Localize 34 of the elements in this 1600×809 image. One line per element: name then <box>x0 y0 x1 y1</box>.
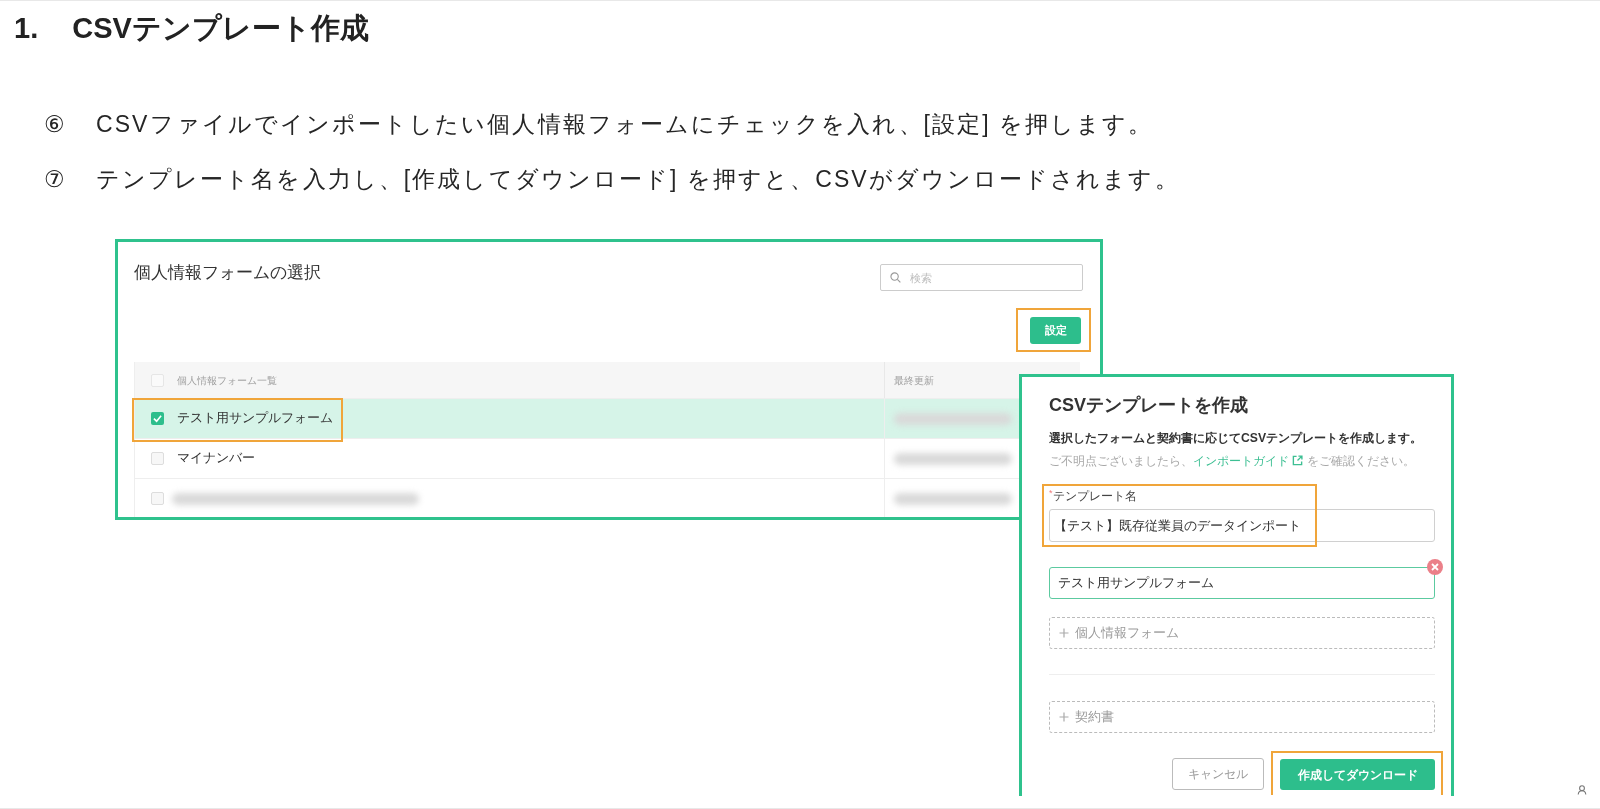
external-link-icon <box>1292 455 1303 466</box>
checkbox[interactable] <box>151 452 164 465</box>
form-name: マイナンバー <box>177 450 255 468</box>
step-number: ⑦ <box>44 165 65 195</box>
step-text: CSVファイルでインポートしたい個人情報フォームにチェックを入れ、[設定] を押します。 <box>96 110 1154 140</box>
add-field-button[interactable]: 個人情報フォーム <box>1049 617 1435 649</box>
required-mark: * <box>1049 488 1053 498</box>
add-field-button[interactable]: 契約書 <box>1049 701 1435 733</box>
template-name-input[interactable]: 【テスト】既存従業員のデータインポート <box>1049 509 1435 542</box>
person-icon <box>1577 785 1587 795</box>
form-name: テスト用サンプルフォーム <box>177 410 333 428</box>
help-text: ご不明点ございましたら、インポートガイド をご確認ください。 <box>1049 453 1415 470</box>
heading-title: CSVテンプレート作成 <box>72 11 369 47</box>
field-label: テンプレート名 <box>1052 488 1137 504</box>
cancel-button[interactable]: キャンセル <box>1172 758 1264 790</box>
close-icon[interactable] <box>1427 559 1443 575</box>
column-header: 最終更新 <box>894 373 934 388</box>
plus-icon <box>1059 712 1069 722</box>
panel-title: 個人情報フォームの選択 <box>134 262 321 284</box>
checkbox[interactable] <box>151 492 164 505</box>
heading-number: 1. <box>14 11 39 47</box>
search-icon <box>890 272 901 283</box>
search-field[interactable]: 検索 <box>880 264 1083 291</box>
checkmark-icon <box>153 414 162 423</box>
settings-button[interactable]: 設定 <box>1030 317 1081 344</box>
selected-form-field[interactable]: テスト用サンプルフォーム <box>1049 567 1435 599</box>
dialog-title: CSVテンプレートを作成 <box>1049 394 1249 417</box>
dialog-description: 選択したフォームと契約書に応じてCSVテンプレートを作成します。 <box>1049 430 1423 447</box>
step-number: ⑥ <box>44 110 65 140</box>
create-download-button[interactable]: 作成してダウンロード <box>1280 759 1435 790</box>
step-text: テンプレート名を入力し、[作成してダウンロード] を押すと、CSVがダウンロードされます。 <box>96 165 1180 195</box>
checkbox[interactable] <box>151 412 164 425</box>
plus-icon <box>1059 628 1069 638</box>
import-guide-link[interactable]: インポートガイド <box>1193 454 1303 468</box>
